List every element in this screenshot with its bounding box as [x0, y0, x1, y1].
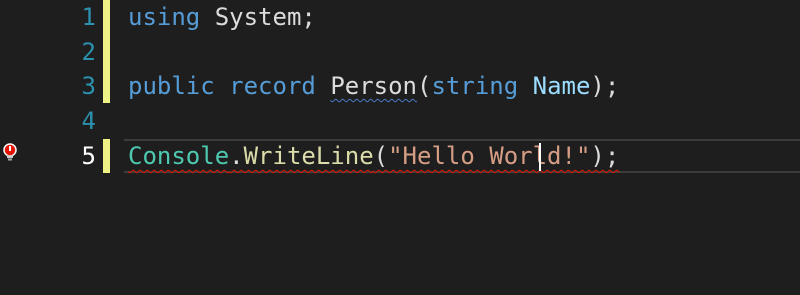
text-caret	[539, 143, 541, 171]
line-number: 4	[81, 107, 96, 135]
parameter-name: Name	[532, 72, 591, 100]
punctuation: .	[229, 142, 244, 170]
record-name: Person	[330, 72, 418, 100]
keyword: string	[431, 72, 519, 100]
code-text: System;	[200, 3, 316, 31]
code-line-3[interactable]: public record Person(string Name);	[128, 69, 619, 103]
punctuation: (	[373, 142, 389, 170]
method-name: WriteLine	[243, 142, 374, 170]
code-editor[interactable]: 1 2 3 4 5 using System; public record Pe…	[0, 0, 800, 295]
code-line-1[interactable]: using System;	[128, 0, 316, 34]
change-indicator-bar	[103, 139, 110, 173]
change-indicator-bar	[103, 0, 110, 103]
code-line-5[interactable]: Console.WriteLine("Hello World!");	[128, 139, 619, 173]
line-number: 2	[81, 38, 96, 66]
keyword: record	[229, 72, 316, 100]
punctuation: );	[590, 142, 620, 170]
line-number-current: 5	[81, 142, 96, 170]
punctuation: (	[417, 72, 432, 100]
type-name: Console	[128, 142, 230, 170]
keyword: public	[128, 72, 215, 100]
punctuation: );	[590, 72, 620, 100]
keyword: using	[128, 3, 201, 31]
line-number: 3	[81, 72, 96, 100]
line-number: 1	[81, 3, 96, 31]
string-literal: "Hello World!"	[388, 142, 591, 170]
lightbulb-error-icon[interactable]	[0, 142, 20, 164]
